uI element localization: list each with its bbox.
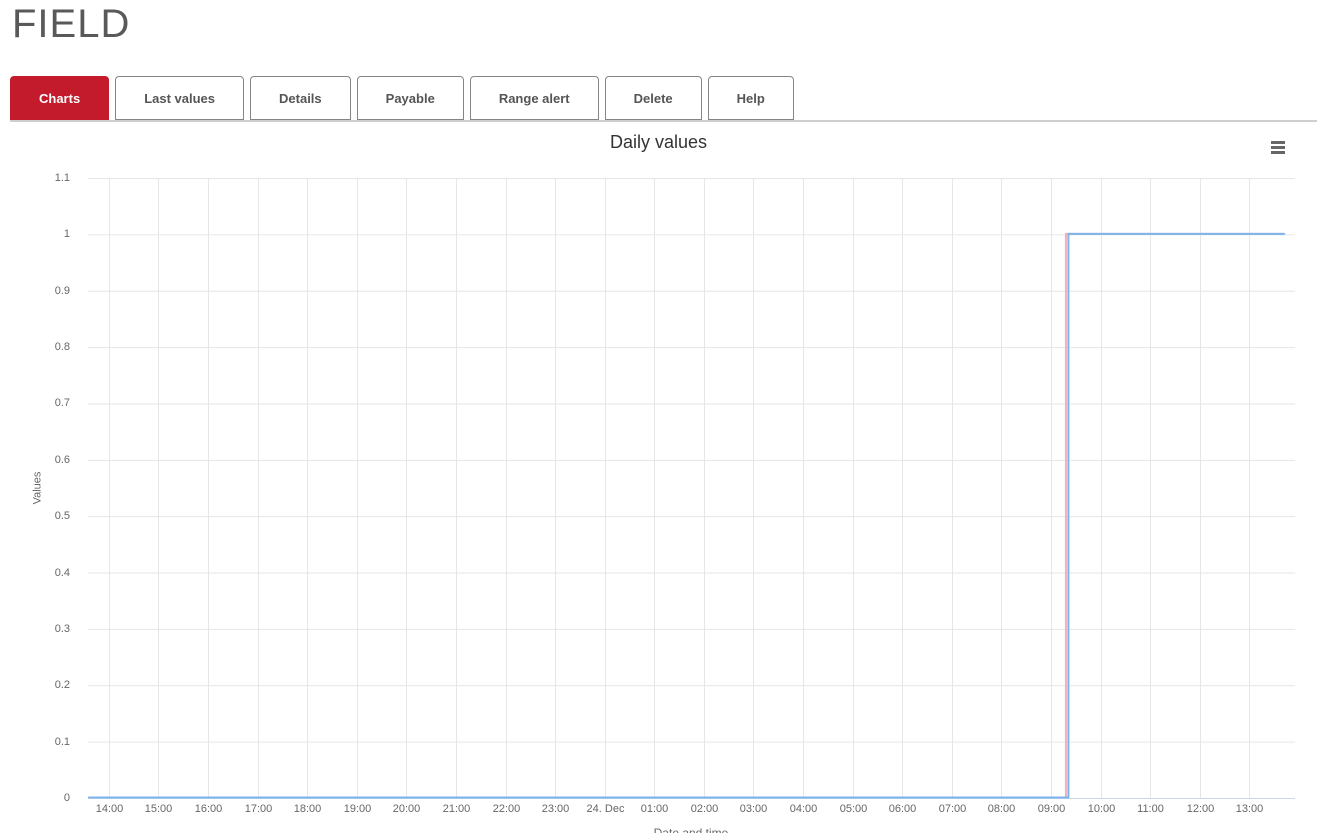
y-tick-label: 0.8 — [54, 341, 70, 354]
series-line-series-blue[interactable] — [88, 232, 1286, 799]
y-tick-label: 1 — [63, 228, 70, 241]
y-tick-label: 0.9 — [54, 284, 70, 297]
y-tick-label: 0 — [63, 792, 70, 804]
y-tick-label: 0.1 — [54, 735, 70, 748]
y-tick-label: 0.5 — [54, 510, 70, 523]
y-tick-label: 1.1 — [54, 172, 70, 184]
page: FIELD Charts Last values Details Payable… — [0, 0, 1317, 833]
plot-area[interactable] — [0, 0, 1317, 833]
series-line-series-pink[interactable] — [88, 232, 1286, 799]
y-tick-label: 0.6 — [54, 453, 70, 466]
y-tick-label: 0.4 — [54, 566, 70, 579]
x-tick-label: 13:00 — [1235, 803, 1264, 815]
y-tick-label: 0.2 — [54, 679, 70, 692]
y-tick-label: 0.7 — [54, 397, 70, 410]
chart-area: Daily values Values Date and time 0 0.1 0.… — [0, 122, 1317, 833]
y-tick-label: 0.3 — [54, 622, 70, 635]
